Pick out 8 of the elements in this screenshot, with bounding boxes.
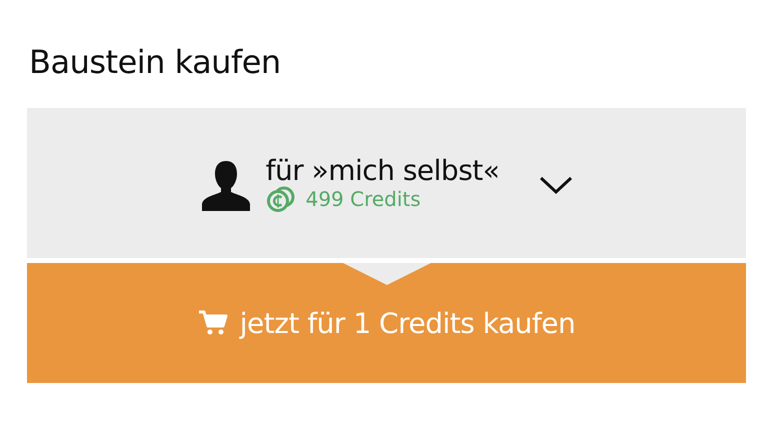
coins-icon <box>266 186 296 212</box>
cart-icon <box>198 310 228 336</box>
chevron-down-icon[interactable] <box>539 175 574 195</box>
recipient-selector[interactable]: für »mich selbst« 499 Credits <box>27 108 746 258</box>
person-icon <box>200 159 252 211</box>
section-title: Baustein kaufen <box>29 42 282 83</box>
credit-balance: 499 Credits <box>306 187 421 211</box>
recipient-label: für »mich selbst« <box>266 154 500 188</box>
